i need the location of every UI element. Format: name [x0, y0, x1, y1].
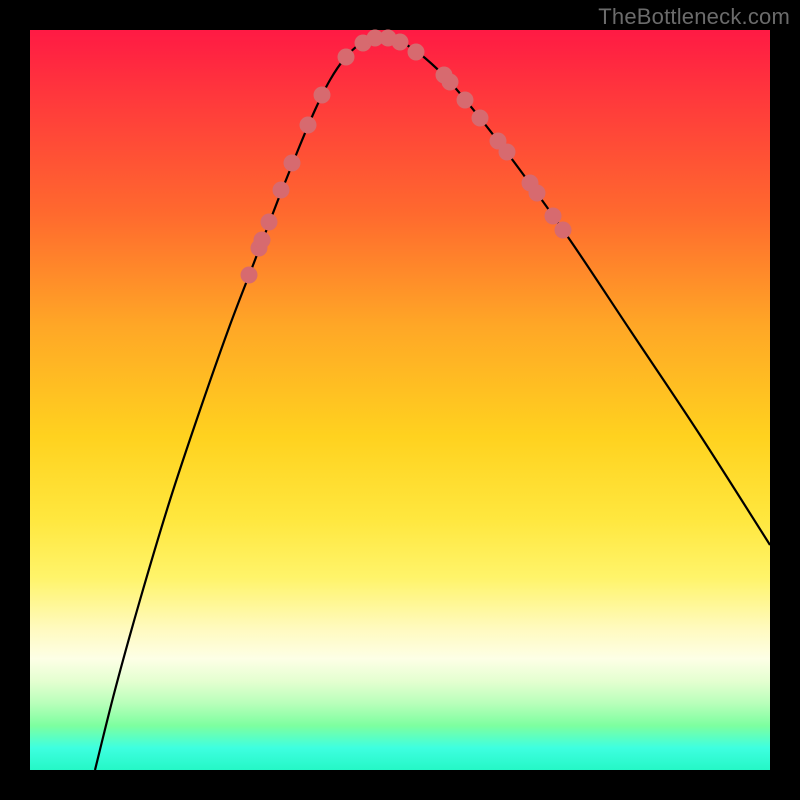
curve-dot: [555, 222, 572, 239]
chart-frame: TheBottleneck.com: [0, 0, 800, 800]
curve-svg: [30, 30, 770, 770]
curve-dot: [300, 117, 317, 134]
watermark-label: TheBottleneck.com: [598, 4, 790, 30]
curve-dot: [284, 155, 301, 172]
curve-dot: [457, 92, 474, 109]
curve-dot: [261, 214, 278, 231]
curve-dot: [314, 87, 331, 104]
curve-dot: [254, 232, 271, 249]
curve-dot: [442, 74, 459, 91]
bottleneck-curve: [95, 37, 770, 770]
curve-dot: [338, 49, 355, 66]
plot-area: [30, 30, 770, 770]
curve-dot: [545, 208, 562, 225]
curve-dot: [472, 110, 489, 127]
curve-dot: [241, 267, 258, 284]
curve-dot: [392, 34, 409, 51]
curve-dot: [499, 144, 516, 161]
curve-markers: [241, 30, 572, 284]
curve-dot: [408, 44, 425, 61]
curve-dot: [529, 185, 546, 202]
curve-dot: [273, 182, 290, 199]
